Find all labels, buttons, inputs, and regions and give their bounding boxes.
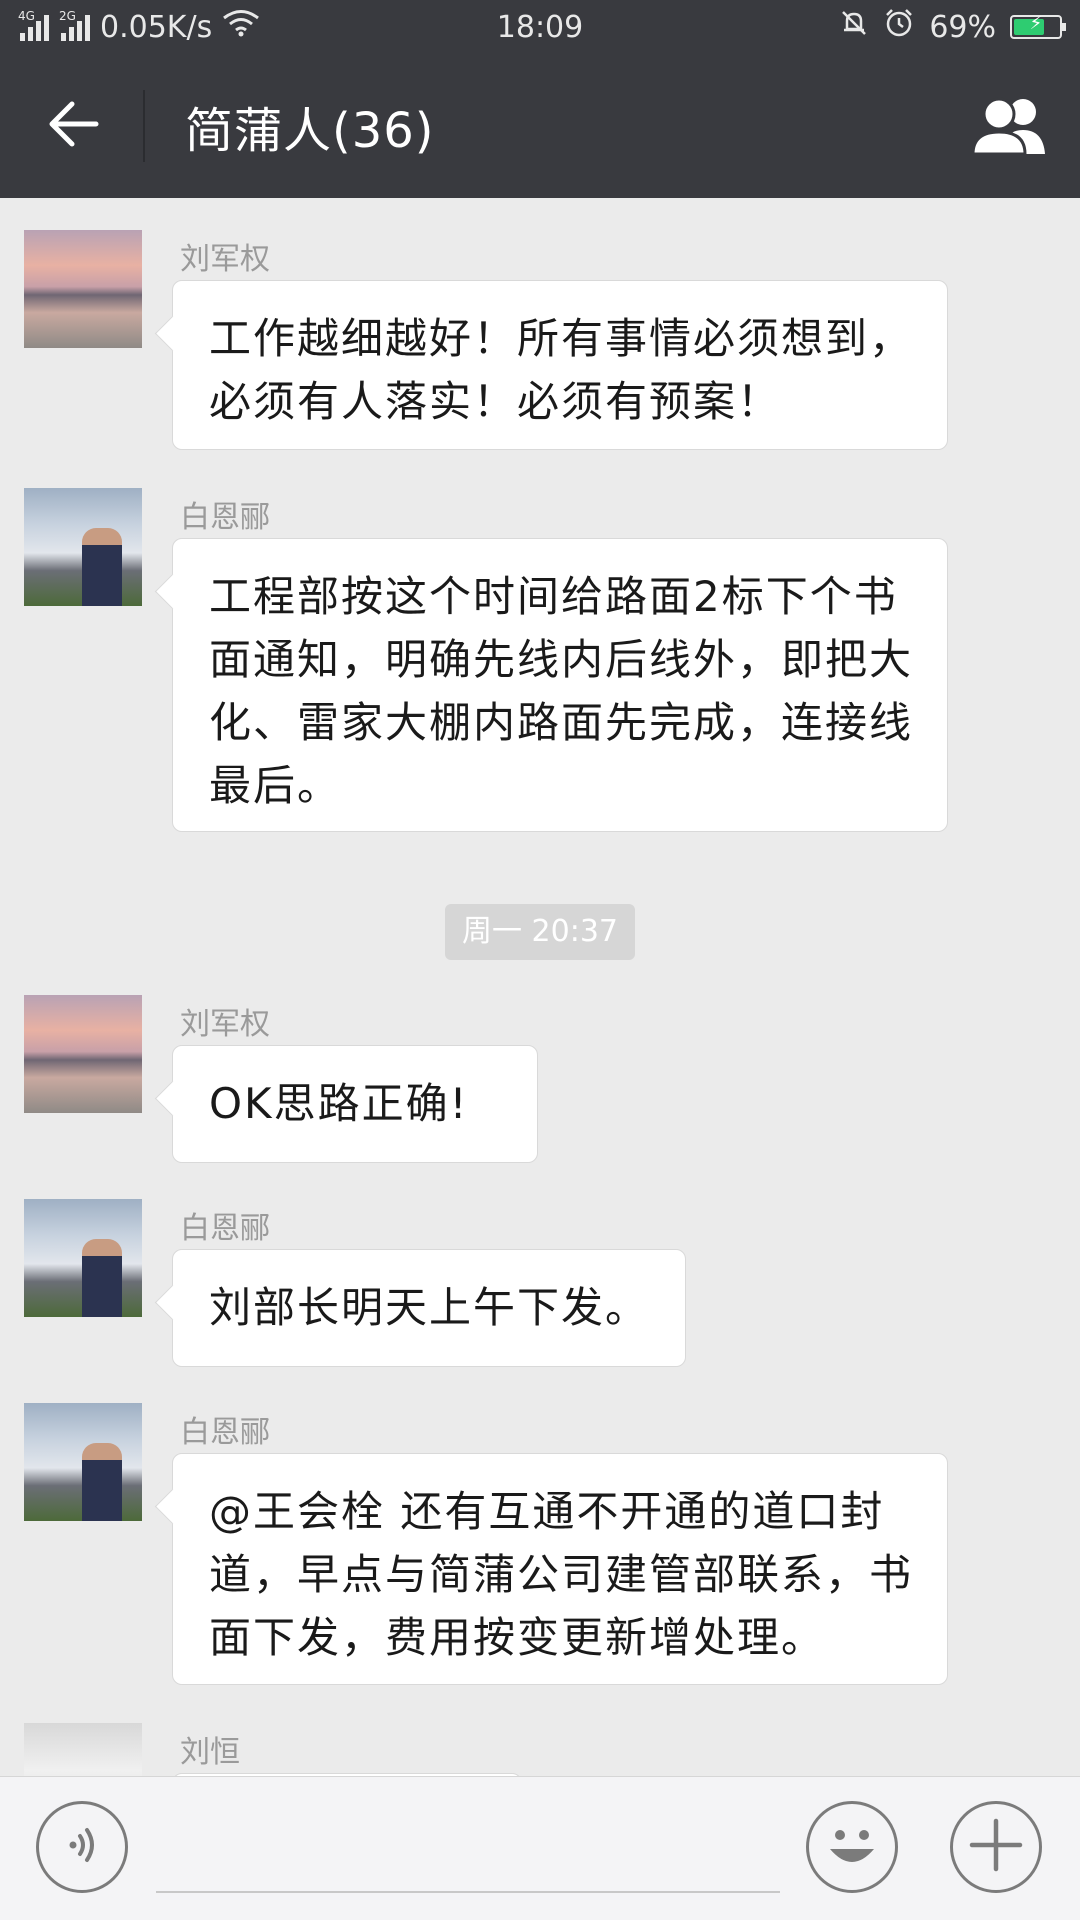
mute-bell-icon — [839, 8, 869, 46]
status-bar: 4G 2G 0.05K/s 18:09 69% ⚡ — [0, 0, 1080, 54]
signal-icon: 4G — [18, 9, 49, 41]
group-members-icon — [969, 94, 1053, 160]
chat-message-list[interactable]: 刘军权 工作越细越好！所有事情必须想到，必须有人落实！必须有预案！ 白恩郦 工程… — [0, 198, 1080, 1776]
status-right: 69% ⚡ — [839, 7, 1066, 47]
chat-header: 简蒲人(36) — [0, 54, 1080, 198]
message-input[interactable] — [156, 1807, 780, 1893]
sender-name: 刘军权 — [180, 242, 270, 277]
plus-icon — [968, 1817, 1024, 1877]
battery-icon: ⚡ — [1010, 13, 1066, 39]
sender-name: 白恩郦 — [180, 1415, 270, 1450]
message-bubble[interactable]: 工程部按这个时间给路面2标下个书面通知，明确先线内后线外，即把大化、雷家大棚内路… — [172, 538, 948, 832]
message-bubble[interactable]: @王会栓 还有互通不开通的道口封道，早点与简蒲公司建管部联系，书面下发，费用按变… — [172, 1453, 948, 1685]
arrow-left-icon — [46, 100, 100, 152]
sender-name: 白恩郦 — [180, 1211, 270, 1246]
alarm-icon — [883, 7, 915, 47]
sender-name: 刘恒 — [180, 1735, 240, 1770]
message-bubble[interactable]: 刘部长明天上午下发。 — [172, 1249, 686, 1367]
lake-sunset-avatar[interactable] — [24, 230, 142, 348]
cliff-man-avatar[interactable] — [24, 488, 142, 606]
network-speed: 0.05K/s — [100, 9, 213, 45]
lake-sunset-avatar[interactable] — [24, 995, 142, 1113]
message-bubble[interactable]: 工作越细越好！所有事情必须想到，必须有人落实！必须有预案！ — [172, 280, 948, 450]
message-bubble[interactable]: OK思路正确! — [172, 1045, 538, 1163]
input-bar — [0, 1776, 1080, 1920]
sender-name: 刘军权 — [180, 1007, 270, 1042]
pink-item-avatar[interactable] — [24, 1723, 142, 1776]
back-button[interactable] — [0, 54, 145, 198]
signal-icon: 2G — [59, 9, 90, 41]
cliff-man-avatar[interactable] — [24, 1199, 142, 1317]
emoji-button[interactable] — [806, 1801, 898, 1893]
page-title: 简蒲人(36) — [185, 103, 435, 159]
wifi-icon — [222, 9, 260, 45]
battery-percent: 69% — [929, 9, 996, 45]
voice-button[interactable] — [36, 1801, 128, 1893]
cliff-man-avatar[interactable] — [24, 1403, 142, 1521]
emoji-icon — [812, 1805, 892, 1889]
voice-icon — [59, 1822, 105, 1872]
group-members-button[interactable] — [966, 82, 1056, 172]
status-left: 4G 2G 0.05K/s — [18, 9, 260, 45]
plus-button[interactable] — [950, 1801, 1042, 1893]
sender-name: 白恩郦 — [180, 500, 270, 535]
time-separator: 周一 20:37 — [445, 904, 635, 960]
